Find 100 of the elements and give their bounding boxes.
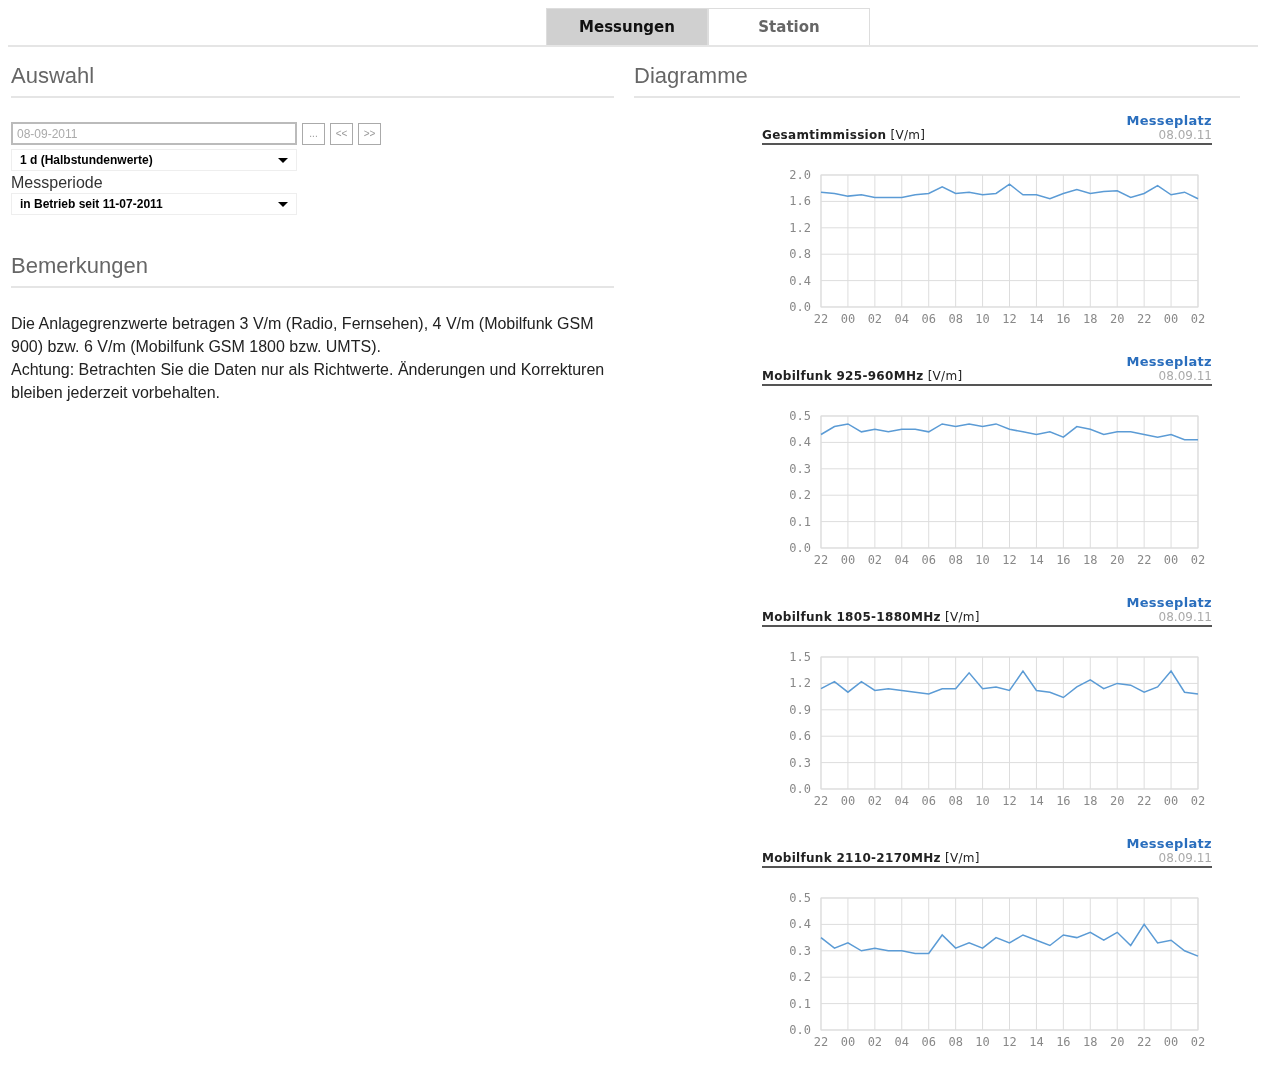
x-tick-label: 20 xyxy=(1110,553,1125,567)
y-tick-label: 1.2 xyxy=(789,220,811,235)
x-tick-label: 00 xyxy=(1163,794,1179,808)
location-link[interactable]: Messeplatz xyxy=(1126,595,1212,610)
y-tick-label: 2.0 xyxy=(789,168,811,182)
x-tick-label: 02 xyxy=(867,794,883,808)
remark-text: Achtung: Betrachten Sie die Daten nur als Richtwerte. Änderungen und Korrekturen bleiben jederzeit vorbehalten. xyxy=(11,360,606,403)
x-tick-label: 06 xyxy=(921,312,936,326)
x-tick-label: 12 xyxy=(1002,1035,1017,1049)
x-tick-label: 02 xyxy=(1190,553,1206,567)
x-tick-label: 06 xyxy=(921,794,936,808)
x-tick-label: 10 xyxy=(975,794,990,808)
chart-title: Mobilfunk 1805-1880MHz [V/m] xyxy=(762,610,980,625)
x-tick-label: 16 xyxy=(1056,1035,1071,1049)
location-link[interactable]: Messeplatz xyxy=(1126,113,1212,128)
y-tick-label: 0.0 xyxy=(789,541,811,555)
x-tick-label: 16 xyxy=(1056,312,1071,326)
period-select[interactable]: in Betrieb seit 11-07-2011 xyxy=(11,193,297,215)
y-tick-label: 1.6 xyxy=(789,194,811,209)
x-tick-label: 20 xyxy=(1110,794,1125,808)
x-tick-label: 02 xyxy=(867,1035,883,1049)
x-tick-label: 22 xyxy=(1136,312,1152,326)
x-tick-label: 00 xyxy=(840,794,856,808)
x-tick-label: 22 xyxy=(1136,794,1152,808)
location-link[interactable]: Messeplatz xyxy=(1126,354,1212,369)
x-tick-label: 16 xyxy=(1056,794,1071,808)
chart-date: 08.09.11 xyxy=(1158,369,1212,384)
x-tick-label: 22 xyxy=(813,794,829,808)
remark-text: Die Anlagegrenzwerte betragen 3 V/m (Radio, Fernsehen), 4 V/m (Mobilfunk GSM 900) bzw. 6 V/m (Mobilfunk GSM 1800 bzw. UMTS). xyxy=(11,314,595,357)
y-tick-label: 0.5 xyxy=(789,891,811,905)
x-tick-label: 04 xyxy=(894,553,909,567)
x-tick-label: 14 xyxy=(1029,794,1044,808)
location-link[interactable]: Messeplatz xyxy=(1126,836,1212,851)
interval-select[interactable]: 1 d (Halbstundenwerte) xyxy=(11,149,297,171)
section-heading: Diagramme xyxy=(634,62,748,90)
chart-date: 08.09.11 xyxy=(1158,128,1212,143)
y-tick-label: 0.1 xyxy=(789,996,811,1011)
x-tick-label: 22 xyxy=(1136,553,1152,567)
y-tick-label: 0.3 xyxy=(789,943,811,958)
y-tick-label: 0.2 xyxy=(789,970,811,985)
tab[interactable]: Messungen xyxy=(546,8,708,45)
y-tick-label: 0.1 xyxy=(789,514,811,529)
date-field[interactable]: 08-09-2011 xyxy=(11,122,297,145)
x-tick-label: 02 xyxy=(1190,1035,1206,1049)
y-tick-label: 0.4 xyxy=(789,435,811,450)
y-tick-label: 0.0 xyxy=(789,1023,811,1037)
x-tick-label: 06 xyxy=(921,553,936,567)
tab[interactable]: Station xyxy=(708,8,870,45)
x-tick-label: 00 xyxy=(1163,312,1179,326)
x-tick-label: 02 xyxy=(1190,794,1206,808)
nav-button[interactable]: ... xyxy=(302,122,325,145)
x-tick-label: 08 xyxy=(948,794,963,808)
y-tick-label: 0.9 xyxy=(789,702,811,717)
x-tick-label: 10 xyxy=(975,1035,990,1049)
x-tick-label: 12 xyxy=(1002,553,1017,567)
y-tick-label: 0.3 xyxy=(789,461,811,476)
y-tick-label: 0.6 xyxy=(789,729,811,744)
x-tick-label: 02 xyxy=(867,553,883,567)
x-tick-label: 20 xyxy=(1110,312,1125,326)
nav-button[interactable]: << xyxy=(330,122,353,145)
x-tick-label: 08 xyxy=(948,1035,963,1049)
chart-title: Mobilfunk 925-960MHz [V/m] xyxy=(762,369,963,384)
y-tick-label: 0.0 xyxy=(789,300,811,314)
x-tick-label: 02 xyxy=(1190,312,1206,326)
x-tick-label: 20 xyxy=(1110,1035,1125,1049)
x-tick-label: 08 xyxy=(948,312,963,326)
x-tick-label: 00 xyxy=(1163,553,1179,567)
x-tick-label: 00 xyxy=(840,312,856,326)
dropdown-caret-icon xyxy=(278,201,288,207)
x-tick-label: 22 xyxy=(1136,1035,1152,1049)
x-tick-label: 14 xyxy=(1029,1035,1044,1049)
x-tick-label: 22 xyxy=(813,312,829,326)
y-tick-label: 1.2 xyxy=(789,676,811,691)
y-tick-label: 1.5 xyxy=(789,650,811,664)
section-heading: Auswahl xyxy=(11,62,95,90)
x-tick-label: 08 xyxy=(948,553,963,567)
x-tick-label: 00 xyxy=(840,553,856,567)
x-tick-label: 06 xyxy=(921,1035,936,1049)
x-tick-label: 10 xyxy=(975,312,990,326)
nav-button[interactable]: >> xyxy=(358,122,381,145)
y-tick-label: 0.5 xyxy=(789,409,811,423)
chart-title: Gesamtimmission [V/m] xyxy=(762,128,926,143)
chart-date: 08.09.11 xyxy=(1158,610,1212,625)
x-tick-label: 12 xyxy=(1002,312,1017,326)
x-tick-label: 18 xyxy=(1083,794,1098,808)
y-tick-label: 0.0 xyxy=(789,782,811,796)
chart-title: Mobilfunk 2110-2170MHz [V/m] xyxy=(762,851,980,866)
x-tick-label: 00 xyxy=(840,1035,856,1049)
x-tick-label: 04 xyxy=(894,312,909,326)
y-tick-label: 0.4 xyxy=(789,917,811,932)
field-label: Messperiode xyxy=(11,173,104,193)
x-tick-label: 14 xyxy=(1029,553,1044,567)
x-tick-label: 18 xyxy=(1083,553,1098,567)
x-tick-label: 04 xyxy=(894,794,909,808)
chart-date: 08.09.11 xyxy=(1158,851,1212,866)
x-tick-label: 18 xyxy=(1083,312,1098,326)
x-tick-label: 04 xyxy=(894,1035,909,1049)
x-tick-label: 16 xyxy=(1056,553,1071,567)
y-tick-label: 0.2 xyxy=(789,488,811,503)
x-tick-label: 12 xyxy=(1002,794,1017,808)
